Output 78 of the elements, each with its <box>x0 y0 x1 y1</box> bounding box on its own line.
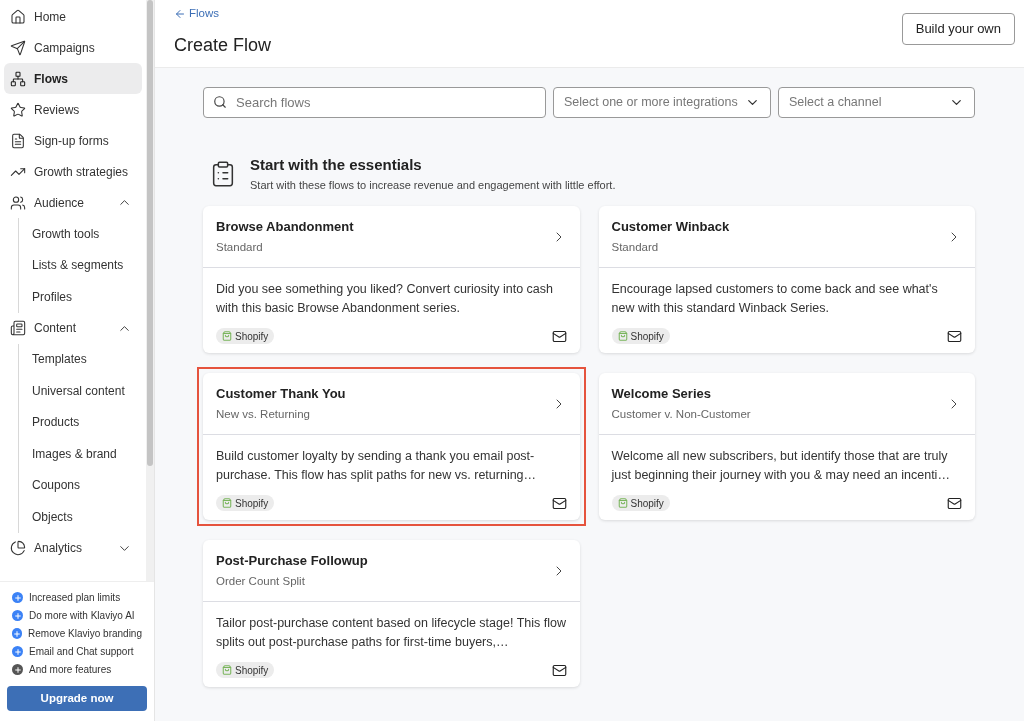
build-your-own-button[interactable]: Build your own <box>901 13 1015 45</box>
sidebar-item[interactable]: Content <box>4 312 142 344</box>
sidebar-subitem[interactable]: Templates <box>32 343 142 375</box>
shopify-tag: Shopify <box>216 662 275 678</box>
shopify-tag: Shopify <box>611 328 670 344</box>
sidebar-subitem[interactable]: Coupons <box>32 469 142 501</box>
card-title: Customer Thank You <box>216 384 347 403</box>
arrow-left-icon <box>174 7 186 20</box>
shopping-bag-icon <box>617 498 628 508</box>
feature-text: Increased plan limits <box>29 591 121 605</box>
card-title: Welcome Series <box>611 384 712 403</box>
feature-text: Do more with Klaviyo AI <box>29 609 135 623</box>
scrollbar[interactable] <box>146 0 154 581</box>
flow-card[interactable]: Customer Thank You New vs. Returning Build customer loyalty by sending a thank you email post-purchase. This flow has split paths for new vs. returning… Shopify <box>203 373 580 520</box>
mail-icon <box>551 495 567 511</box>
section-subtitle: Start with these flows to increase revenue and engagement with little effort. <box>250 177 616 193</box>
shopify-tag: Shopify <box>216 328 275 344</box>
shopping-bag-icon <box>222 498 232 508</box>
sidebar-item[interactable]: Reviews <box>4 94 142 125</box>
sidebar-subitem[interactable]: Lists & segments <box>32 249 142 281</box>
sidebar-item[interactable]: Campaigns <box>4 32 142 63</box>
card-subtitle: Customer v. Non-Customer <box>611 407 752 423</box>
card-description: Tailor post-purchase content based on lifecycle stage! This flow splits out post-purchase paths for first-time buyers,… <box>216 615 567 651</box>
card-description: Build customer loyalty by sending a thank you email post-purchase. This flow has split paths for new vs. returning… <box>216 448 538 484</box>
feature-text: And more features <box>29 663 112 677</box>
flow-card[interactable]: Post-Purchase Followup Order Count Split Tailor post-purchase content based on lifecycle stage! This flow splits out post-purchase paths for first-time buyers,… Shopify <box>203 540 580 687</box>
upgrade-button[interactable]: Upgrade now <box>7 686 147 711</box>
back-link[interactable]: Flows <box>174 5 272 23</box>
sidebar-item[interactable]: Flows <box>4 63 142 94</box>
page-title: Create Flow <box>174 34 272 58</box>
sidebar-item[interactable]: Home <box>4 1 142 32</box>
search-icon <box>213 95 227 109</box>
flow-card[interactable]: Welcome Series Customer v. Non-Customer Welcome all new subscribers, but identify those that are truly just beginning their journey with you & may need an incenti… Shopify <box>598 373 975 520</box>
card-description: Welcome all new subscribers, but identify those that are truly just beginning their journey with you & may need an incenti… <box>611 448 951 484</box>
shopping-bag-icon <box>222 665 232 675</box>
shopify-tag: Shopify <box>216 495 275 511</box>
flow-card[interactable]: Customer Winback Standard Encourage lapsed customers to come back and see what's new with this standard Winback Series. Shopify <box>598 206 975 353</box>
channel-select[interactable]: Select a channel <box>778 87 975 118</box>
paper-plane-icon <box>10 39 26 56</box>
section-title: Start with the essentials <box>250 155 423 175</box>
feature-text: Remove Klaviyo branding <box>28 627 142 641</box>
house-icon <box>10 8 26 25</box>
people-icon <box>10 194 26 211</box>
sidebar-item[interactable]: Audience <box>4 187 142 218</box>
card-subtitle: Standard <box>611 240 660 256</box>
flow-nodes-icon <box>10 70 26 87</box>
document-icon <box>10 132 26 149</box>
card-title: Post-Purchase Followup <box>216 551 369 570</box>
shopify-tag: Shopify <box>611 495 670 511</box>
card-subtitle: Order Count Split <box>216 574 306 590</box>
mail-icon <box>551 328 567 344</box>
sidebar-subitem[interactable]: Products <box>32 406 142 438</box>
shopping-bag-icon <box>222 331 232 341</box>
newspaper-icon <box>10 320 26 336</box>
mail-icon <box>947 328 962 344</box>
search-field[interactable]: Search flows <box>203 87 546 118</box>
sidebar-subitem[interactable]: Images & brand <box>32 438 142 470</box>
star-icon <box>10 101 26 118</box>
feature-text: Email and Chat support <box>29 645 134 659</box>
sidebar-item[interactable]: Sign-up forms <box>4 125 142 156</box>
card-subtitle: Standard <box>216 240 264 256</box>
sidebar-item[interactable]: Growth strategies <box>4 156 142 187</box>
card-description: Encourage lapsed customers to come back and see what's new with this standard Winback Series. <box>611 281 939 317</box>
card-description: Did you see something you liked? Convert curiosity into cash with this basic Browse Abandonment series. <box>216 281 554 317</box>
card-subtitle: New vs. Returning <box>216 407 311 423</box>
shopping-bag-icon <box>617 331 628 341</box>
sidebar-subitem[interactable]: Objects <box>32 501 142 533</box>
pie-chart-icon <box>10 540 26 556</box>
sidebar-subitem[interactable]: Profiles <box>32 281 142 313</box>
card-title: Customer Winback <box>611 217 731 236</box>
sidebar-item[interactable]: Analytics <box>4 532 142 564</box>
mail-icon <box>551 662 567 678</box>
flow-card[interactable]: Browse Abandonment Standard Did you see something you liked? Convert curiosity into cash with this basic Browse Abandonment series. Shopify <box>203 206 580 353</box>
card-title: Browse Abandonment <box>216 217 355 236</box>
mail-icon <box>947 495 962 511</box>
integrations-select[interactable]: Select one or more integrations <box>553 87 771 118</box>
sidebar-subitem[interactable]: Growth tools <box>32 218 142 250</box>
sidebar-subitem[interactable]: Universal content <box>32 375 142 407</box>
